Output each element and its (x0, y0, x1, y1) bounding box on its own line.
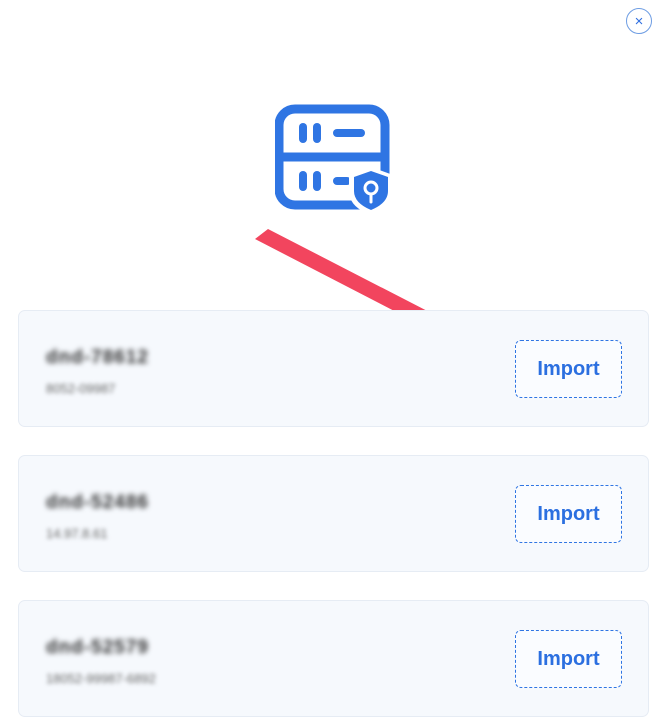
close-button[interactable]: × (626, 8, 652, 34)
account-name: dnd-52579 (46, 637, 149, 658)
import-button[interactable]: Import (515, 340, 622, 398)
account-name: dnd-78612 (46, 347, 149, 368)
import-button[interactable]: Import (515, 630, 622, 688)
server-shield-icon (274, 103, 393, 215)
account-card: dnd-52486 14.97.8.61 Import (18, 455, 649, 572)
import-button[interactable]: Import (515, 485, 622, 543)
account-card: dnd-52579 18052-99987-6892 Import (18, 600, 649, 717)
account-name: dnd-52486 (46, 492, 149, 513)
account-card: dnd-78612 8052-09987 Import (18, 310, 649, 427)
close-icon: × (634, 12, 644, 30)
account-detail: 14.97.8.61 (46, 526, 108, 541)
account-detail: 18052-99987-6892 (46, 671, 156, 686)
account-detail: 8052-09987 (46, 381, 116, 396)
